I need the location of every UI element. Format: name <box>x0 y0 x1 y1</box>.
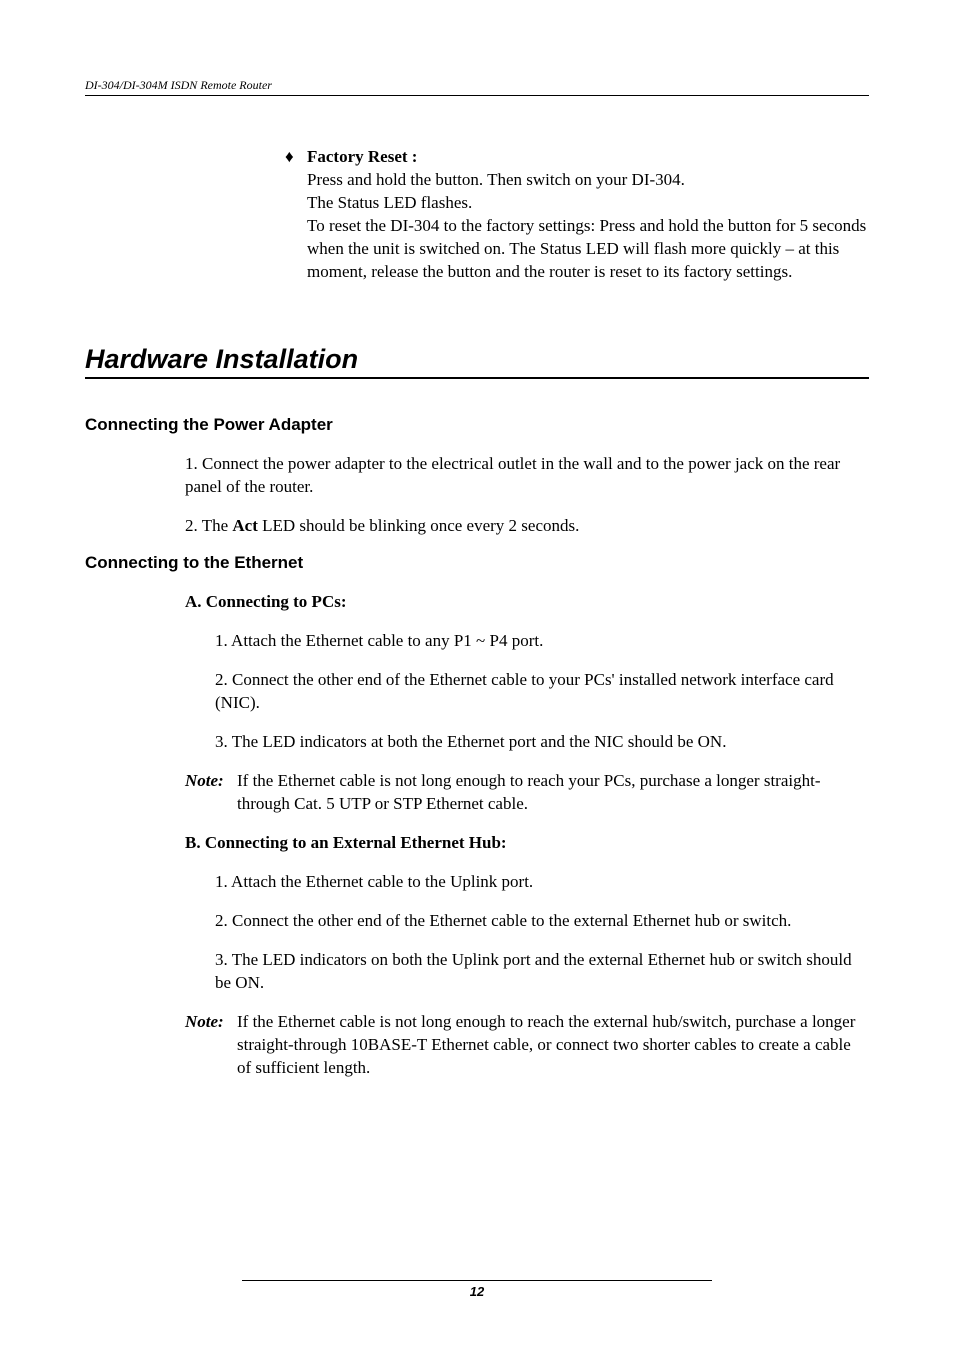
bullet-line1: Press and hold the button. Then switch o… <box>307 170 685 189</box>
section-title: Hardware Installation <box>85 344 869 379</box>
subsection-b-title: B. Connecting to an External Ethernet Hu… <box>185 832 863 855</box>
footer-rule <box>242 1280 712 1281</box>
page-number: 12 <box>85 1284 869 1299</box>
note-b: Note: If the Ethernet cable is not long … <box>185 1011 869 1080</box>
subheading-power-adapter: Connecting the Power Adapter <box>85 415 869 435</box>
note-a: Note: If the Ethernet cable is not long … <box>185 770 869 816</box>
footer: 12 <box>85 1280 869 1299</box>
para-power-2: 2. The Act LED should be blinking once e… <box>185 515 869 538</box>
para-a3: 3. The LED indicators at both the Ethern… <box>215 731 869 754</box>
running-header: DI-304/DI-304M ISDN Remote Router <box>85 78 869 96</box>
bullet-symbol: ♦ <box>285 146 307 284</box>
bullet-title: Factory Reset : <box>307 147 417 166</box>
para-power-2-suffix: LED should be blinking once every 2 seco… <box>258 516 580 535</box>
subheading-ethernet: Connecting to the Ethernet <box>85 553 869 573</box>
para-b1: 1. Attach the Ethernet cable to the Upli… <box>215 871 869 894</box>
para-power-1: 1. Connect the power adapter to the elec… <box>185 453 869 499</box>
para-power-2-prefix: 2. The <box>185 516 232 535</box>
act-led-label: Act <box>232 516 257 535</box>
note-label-b: Note: <box>185 1011 237 1080</box>
note-label-a: Note: <box>185 770 237 816</box>
para-b3: 3. The LED indicators on both the Uplink… <box>215 949 869 995</box>
note-body-b: If the Ethernet cable is not long enough… <box>237 1011 869 1080</box>
bullet-line3: To reset the DI-304 to the factory setti… <box>307 216 866 281</box>
note-body-a: If the Ethernet cable is not long enough… <box>237 770 869 816</box>
bullet-item: ♦ Factory Reset : Press and hold the but… <box>285 146 869 284</box>
para-b2: 2. Connect the other end of the Ethernet… <box>215 910 869 933</box>
para-a1: 1. Attach the Ethernet cable to any P1 ~… <box>215 630 869 653</box>
bullet-body: Factory Reset : Press and hold the butto… <box>307 146 869 284</box>
subsection-a-title: A. Connecting to PCs: <box>185 591 863 614</box>
para-a2: 2. Connect the other end of the Ethernet… <box>215 669 869 715</box>
bullet-line2: The Status LED flashes. <box>307 193 472 212</box>
